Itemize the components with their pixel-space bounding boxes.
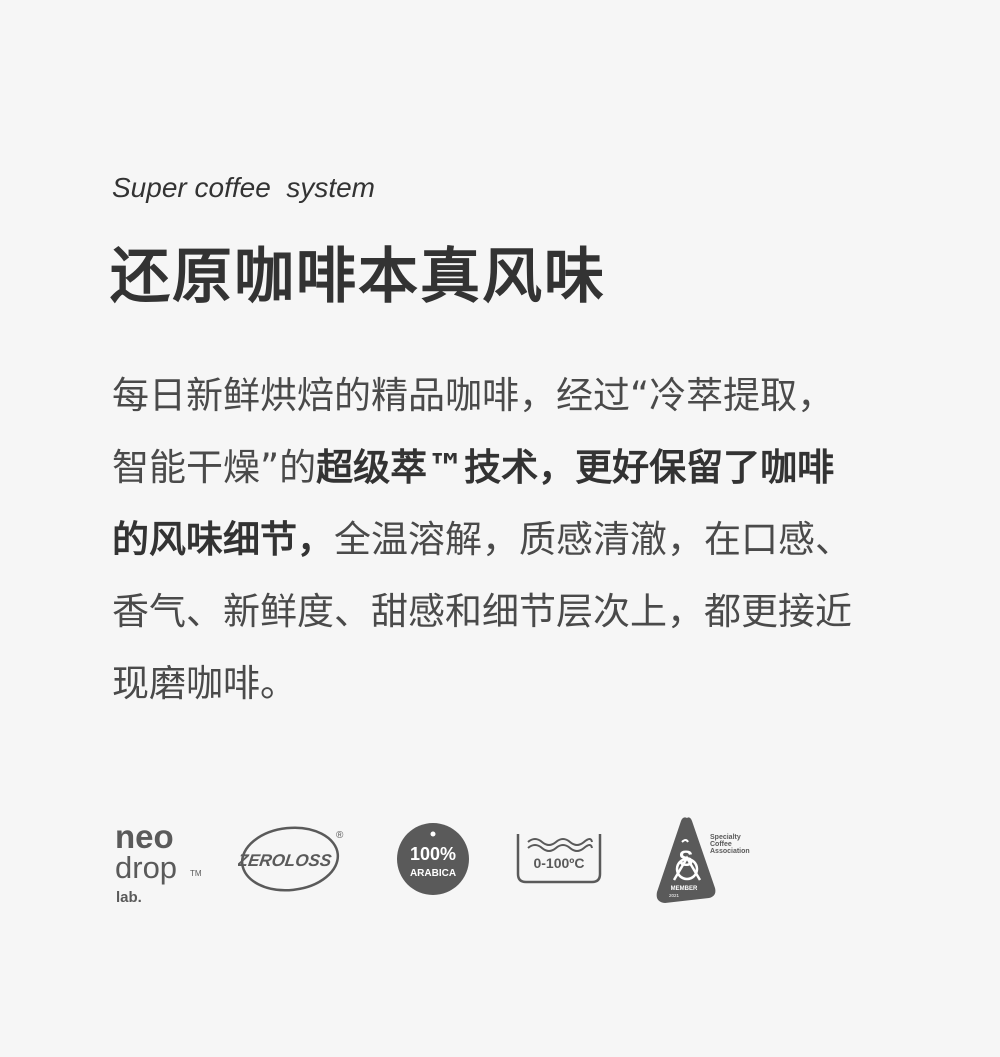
zeroloss-reg: ®	[336, 830, 344, 841]
arabica-pct: 100%	[410, 844, 456, 864]
body-line: 的风味细节，全温溶解，质感清澈，在口感、	[112, 504, 912, 576]
neodrop-line2: drop	[115, 850, 177, 885]
sca-label-line2: Coffee	[710, 841, 732, 848]
subtitle: Super coffee system	[112, 172, 376, 203]
temperature-icon: 0-100ºC	[516, 834, 602, 884]
arabica-badge: 100% ARABICA	[397, 823, 469, 895]
neodrop-lab-logo: neo drop TM lab.	[115, 820, 202, 906]
sca-label-line1: Specialty	[710, 834, 741, 841]
body-text-bold: 的风味细节，	[112, 518, 334, 561]
sca-year: 2021	[669, 893, 680, 898]
body-line: 智能干燥”的超级萃™技术，更好保留了咖啡	[112, 432, 912, 504]
sca-member-badge: S MEMBER 2021 Specialty Coffee Associati…	[656, 817, 750, 903]
sca-member-text: MEMBER	[671, 886, 698, 892]
body-text-normal: 全温溶解，质感清澈，在口感、	[334, 518, 852, 561]
headline: 还原咖啡本真风味	[110, 242, 606, 312]
body-paragraph: 每日新鲜烘焙的精品咖啡，经过“冷萃提取， 智能干燥”的超级萃™技术，更好保留了咖…	[112, 360, 912, 720]
logo-row: neo drop TM lab. ZEROLOSS ® 100% ARABICA…	[0, 810, 1000, 920]
body-line: 每日新鲜烘焙的精品咖啡，经过“冷萃提取，	[112, 374, 835, 417]
body-line: 香气、新鲜度、甜感和细节层次上，都更接近	[112, 590, 852, 633]
sca-label-line3: Association	[710, 848, 750, 855]
zeroloss-logo: ZEROLOSS ®	[238, 826, 344, 892]
body-line: 现磨咖啡。	[112, 662, 297, 705]
body-text-bold: 超级萃™技术，更好保留了咖啡	[316, 446, 835, 489]
neodrop-line3: lab.	[116, 889, 142, 906]
zeroloss-text: ZEROLOSS	[238, 851, 333, 870]
body-text-normal: 智能干燥”的	[112, 446, 317, 489]
neodrop-tm: TM	[190, 869, 202, 878]
temperature-text: 0-100ºC	[533, 855, 584, 871]
arabica-text: ARABICA	[410, 868, 456, 879]
